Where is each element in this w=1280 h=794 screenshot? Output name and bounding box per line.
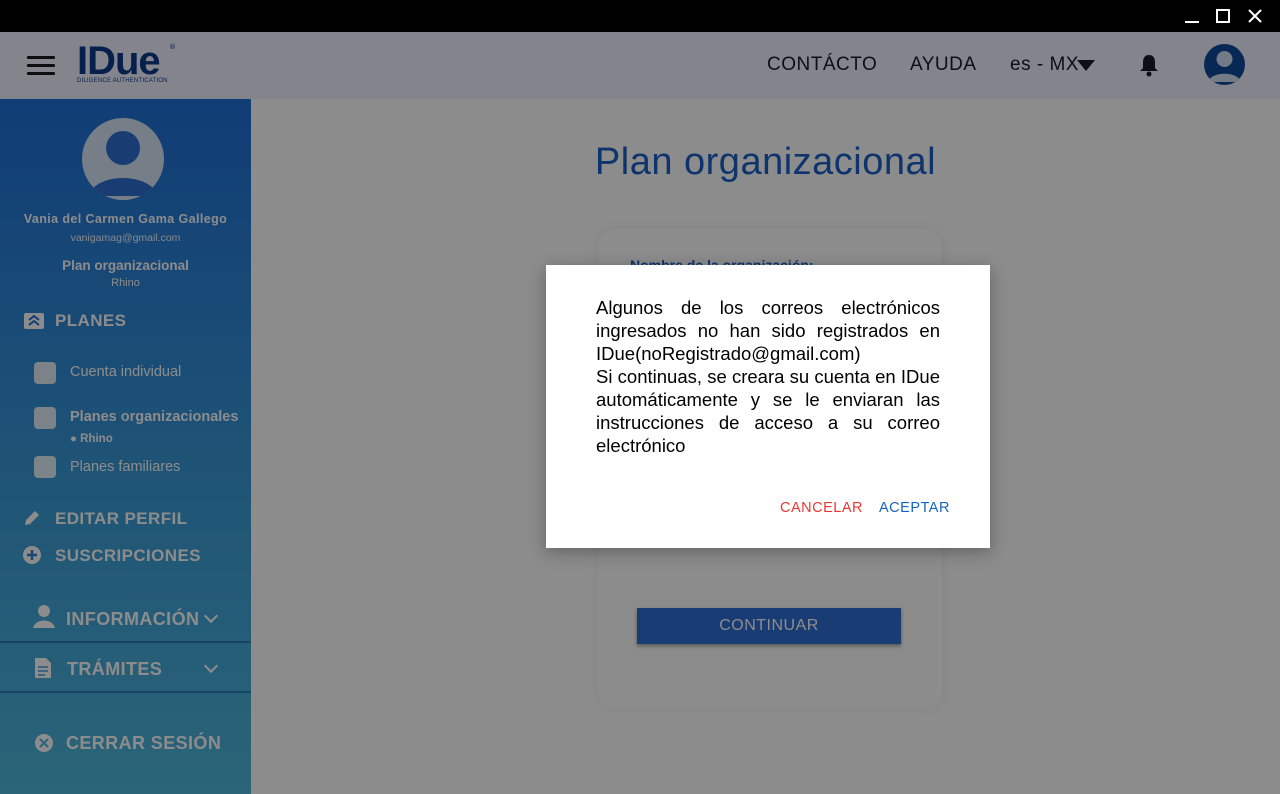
accept-button[interactable]: ACEPTAR — [879, 500, 950, 516]
window-titlebar — [0, 0, 1280, 32]
close-icon[interactable] — [1243, 4, 1267, 28]
maximize-icon[interactable] — [1211, 4, 1235, 28]
confirmation-dialog: Algunos de los correos electrónicos ingr… — [546, 265, 990, 548]
dialog-message-line-1: Algunos de los correos electrónicos ingr… — [596, 297, 940, 364]
minimize-icon[interactable] — [1180, 4, 1204, 28]
dialog-message-line-2: Si continuas, se creara su cuenta en IDu… — [596, 366, 940, 456]
dialog-message: Algunos de los correos electrónicos ingr… — [596, 296, 940, 457]
cancel-button[interactable]: CANCELAR — [780, 500, 863, 516]
